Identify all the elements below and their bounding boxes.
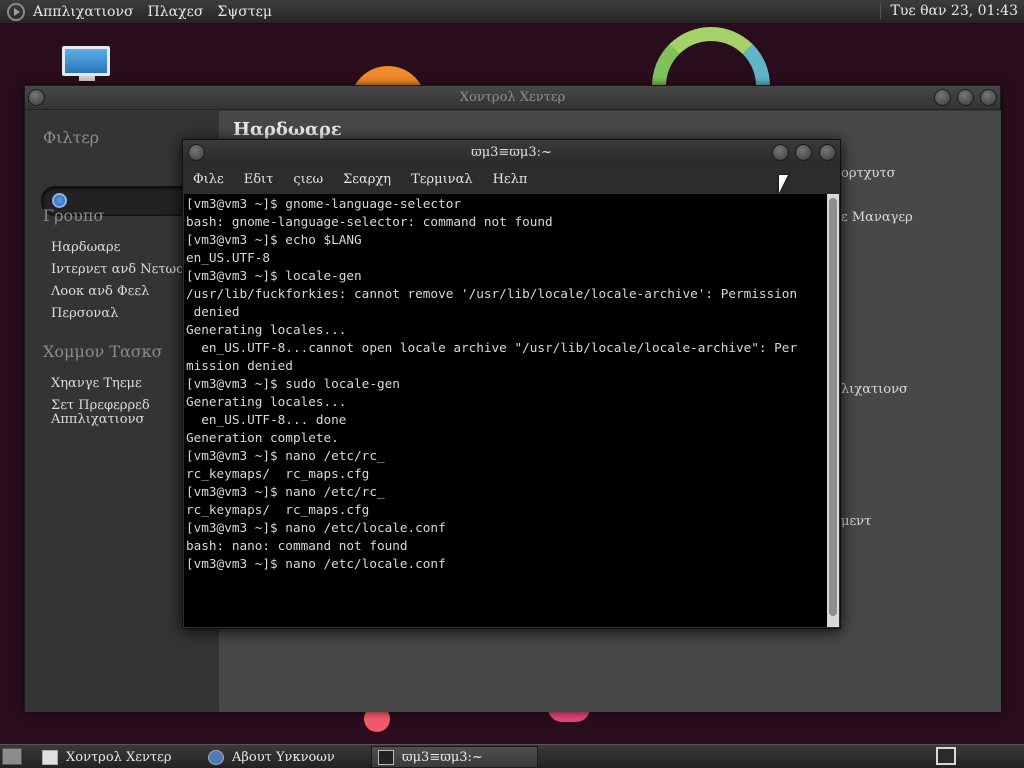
terminal-line: mission denied	[186, 358, 293, 373]
task-preferred-applications[interactable]: Σετ Πρεφερρεδ Αππλιχατιονσ	[51, 399, 161, 427]
group-internet-network[interactable]: Ιντερνετ ανδ Νετωορκ	[51, 263, 200, 277]
places-menu[interactable]: Πλαχεσ	[148, 4, 204, 20]
terminal-window-menu-button[interactable]	[188, 144, 205, 161]
close-button[interactable]	[980, 89, 997, 106]
applications-menu[interactable]: Αππλιχατιονσ	[33, 4, 134, 20]
groups-heading: Γρουπσ	[43, 206, 105, 225]
window-menu-button[interactable]	[28, 89, 45, 106]
menu-search[interactable]: Σεαρχη	[343, 172, 391, 187]
hardware-item-3[interactable]: λιχατιονσ	[841, 382, 908, 397]
terminal-scrollbar[interactable]	[827, 194, 839, 627]
filter-heading: Φιλτερ	[43, 128, 100, 147]
common-tasks-heading: Χομμον Τασκσ	[43, 342, 163, 361]
task-terminal[interactable]: ϖμ3≡ϖμ3:~	[371, 746, 538, 768]
menu-terminal[interactable]: Τερμιναλ	[411, 172, 473, 187]
control-center-task-icon	[42, 749, 58, 765]
hardware-item-1[interactable]: ορτχυτσ	[841, 166, 896, 181]
terminal-line: [vm3@vm3 ~]$ locale-gen	[186, 268, 362, 283]
menu-view[interactable]: ςιεω	[293, 172, 323, 187]
terminal-title: ϖμ3≡ϖμ3:~	[471, 145, 552, 160]
menu-edit[interactable]: Εδιτ	[244, 172, 274, 187]
terminal-line: rc_keymaps/ rc_maps.cfg	[186, 466, 370, 481]
terminal-line: [vm3@vm3 ~]$ gnome-language-selector	[186, 196, 461, 211]
bottom-panel: Χοντρολ Χεντερ Αβουτ Υνκνοων ϖμ3≡ϖμ3:~	[0, 744, 1024, 768]
scrollbar-thumb[interactable]	[829, 198, 837, 616]
menu-help[interactable]: Ηελπ	[493, 172, 528, 187]
group-personal[interactable]: Περσοναλ	[51, 307, 118, 321]
task-change-theme[interactable]: Χηανγε Τηεμε	[51, 377, 142, 391]
terminal-line: [vm3@vm3 ~]$ nano /etc/locale.conf	[186, 556, 446, 571]
terminal-line: en_US.UTF-8...cannot open locale archive…	[186, 340, 798, 355]
terminal-line: [vm3@vm3 ~]$ echo $LANG	[186, 232, 362, 247]
terminal-line: en_US.UTF-8... done	[186, 412, 347, 427]
group-look-feel[interactable]: Λοοκ ανδ Φεελ	[51, 285, 149, 299]
terminal-output[interactable]: [vm3@vm3 ~]$ gnome-language-selector bash…	[184, 194, 827, 627]
mouse-pointer-icon	[779, 175, 788, 193]
terminal-line: bash: nano: command not found	[186, 538, 408, 553]
terminal-task-icon	[378, 749, 394, 765]
terminal-titlebar[interactable]: ϖμ3≡ϖμ3:~	[183, 140, 840, 166]
workspace-switcher[interactable]	[936, 747, 956, 765]
hardware-item-4[interactable]: μεντ	[841, 514, 871, 529]
terminal-line: [vm3@vm3 ~]$ sudo locale-gen	[186, 376, 400, 391]
menu-file[interactable]: Φιλε	[193, 172, 224, 187]
terminal-line: [vm3@vm3 ~]$ nano /etc/locale.conf	[186, 520, 446, 535]
terminal-line: bash: gnome-language-selector: command n…	[186, 214, 553, 229]
terminal-line: /usr/lib/fuckforkies: cannot remove '/us…	[186, 286, 798, 301]
top-panel: Αππλιχατιονσ Πλαχεσ Σψστεμ Τυε θαν 23, 0…	[0, 0, 1024, 24]
minimize-button[interactable]	[934, 89, 951, 106]
control-center-titlebar[interactable]: Χοντρολ Χεντερ	[25, 86, 1000, 110]
hardware-item-2[interactable]: ε Μαναγερ	[841, 210, 913, 225]
terminal-minimize-button[interactable]	[772, 144, 789, 161]
terminal-window: ϖμ3≡ϖμ3:~ Φιλε Εδιτ ςιεω Σεαρχη Τερμιναλ…	[182, 139, 841, 629]
group-hardware[interactable]: Ηαρδωαρε	[51, 241, 120, 255]
terminal-line: [vm3@vm3 ~]$ nano /etc/rc_	[186, 448, 385, 463]
terminal-menubar: Φιλε Εδιτ ςιεω Σεαρχη Τερμιναλ Ηελπ	[183, 166, 840, 193]
terminal-line: Generating locales...	[186, 322, 347, 337]
system-menu[interactable]: Σψστεμ	[217, 4, 272, 20]
task-label: ϖμ3≡ϖμ3:~	[402, 749, 483, 765]
task-label: Αβουτ Υνκνοων	[232, 749, 335, 765]
terminal-maximize-button[interactable]	[795, 144, 812, 161]
task-label: Χοντρολ Χεντερ	[66, 749, 172, 765]
terminal-line: Generation complete.	[186, 430, 339, 445]
about-task-icon	[208, 749, 224, 765]
task-about[interactable]: Αβουτ Υνκνοων	[202, 746, 367, 768]
clock[interactable]: Τυε θαν 23, 01:43	[879, 3, 1018, 19]
task-control-center[interactable]: Χοντρολ Χεντερ	[36, 746, 198, 768]
terminal-line: denied	[186, 304, 240, 319]
terminal-line: en_US.UTF-8	[186, 250, 271, 265]
control-center-title: Χοντρολ Χεντερ	[459, 90, 566, 105]
computer-desktop-icon[interactable]	[62, 46, 112, 82]
terminal-close-button[interactable]	[819, 144, 836, 161]
menu-logo-icon[interactable]	[7, 2, 25, 21]
terminal-line: [vm3@vm3 ~]$ nano /etc/rc_	[186, 484, 385, 499]
maximize-button[interactable]	[957, 89, 974, 106]
show-desktop-icon[interactable]	[2, 748, 22, 765]
terminal-line: Generating locales...	[186, 394, 347, 409]
terminal-line: rc_keymaps/ rc_maps.cfg	[186, 502, 370, 517]
main-category-title: Ηαρδωαρε	[233, 119, 342, 140]
